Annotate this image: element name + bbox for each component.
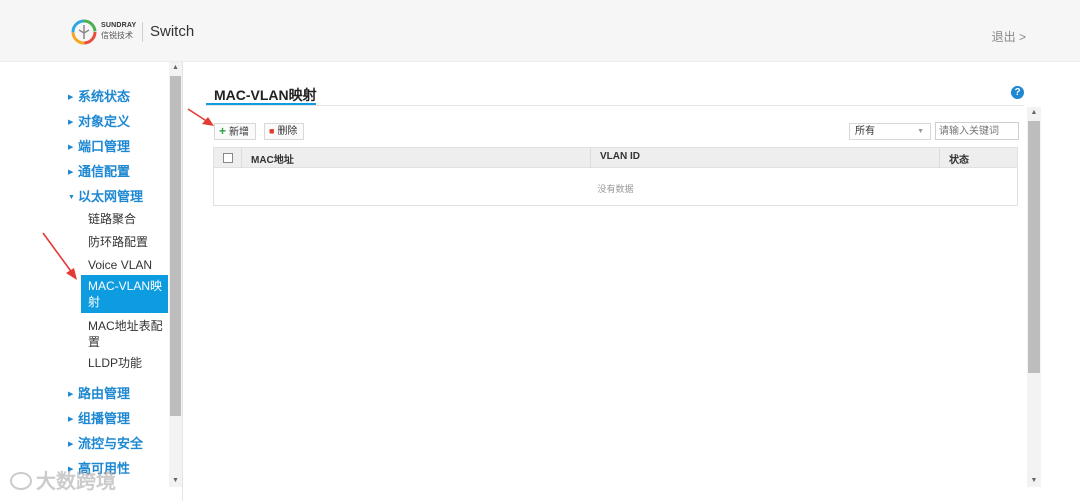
plus-icon: + <box>219 124 227 138</box>
sidebar-subitem-lldp[interactable]: LLDP功能 <box>88 355 168 371</box>
select-all-checkbox[interactable] <box>223 153 233 163</box>
triangle-right-icon: ▶ <box>68 391 74 398</box>
column-header-mac[interactable]: MAC地址 <box>251 151 294 166</box>
sidebar-item-port-management[interactable]: ▶ 端口管理 <box>68 136 130 155</box>
triangle-right-icon: ▶ <box>68 416 74 423</box>
sidebar-item-routing-management[interactable]: ▶ 路由管理 <box>68 383 130 402</box>
delete-button-label: 删除 <box>277 126 298 137</box>
sidebar-subitem-mac-vlan-mapping[interactable]: MAC-VLAN映射 <box>81 275 168 313</box>
watermark-text: 大数跨境 <box>36 471 116 493</box>
page-title: MAC-VLAN映射 <box>214 87 317 103</box>
search-input[interactable] <box>935 122 1019 140</box>
annotation-arrow-icon <box>187 108 214 126</box>
sidebar-item-label: 组播管理 <box>78 411 131 426</box>
add-button-label: 新增 <box>229 127 250 138</box>
scroll-up-icon[interactable]: ▲ <box>1027 107 1041 119</box>
table-header: MAC地址 VLAN ID 状态 <box>214 148 1017 168</box>
delete-button[interactable]: ■ 删除 <box>264 123 305 140</box>
sidebar-item-label: 流控与安全 <box>78 436 144 451</box>
brand-cn: 信锐技术 <box>101 31 133 40</box>
main-scrollbar[interactable]: ▲ ▼ <box>1027 107 1041 487</box>
help-icon[interactable]: ? <box>1011 86 1024 99</box>
chevron-down-icon: ▼ <box>917 128 924 135</box>
sidebar-item-label: 以太网管理 <box>78 189 144 204</box>
sidebar-subitem-mac-address-table[interactable]: MAC地址表配置 <box>88 318 168 350</box>
sidebar-subitem-loop-prevention[interactable]: 防环路配置 <box>88 234 168 250</box>
sidebar-item-label: 系统状态 <box>78 89 131 104</box>
sidebar-item-communication-config[interactable]: ▶ 通信配置 <box>68 161 130 180</box>
triangle-right-icon: ▶ <box>68 94 74 101</box>
sidebar-scrollbar[interactable]: ▲ ▼ <box>169 62 182 487</box>
logout-link[interactable]: 退出 > <box>992 28 1026 45</box>
sidebar-item-label: 端口管理 <box>78 139 131 154</box>
sidebar-item-label: 对象定义 <box>78 114 131 129</box>
add-button[interactable]: + 新增 <box>214 123 257 140</box>
sidebar-item-ethernet-management[interactable]: ▼ 以太网管理 <box>68 186 143 205</box>
sidebar: ▶ 系统状态 ▶ 对象定义 ▶ 端口管理 ▶ 通信配置 ▼ 以太网管理 链路聚合 防环路配… <box>0 62 183 501</box>
sidebar-item-flow-control-security[interactable]: ▶ 流控与安全 <box>68 433 143 452</box>
trash-icon: ■ <box>269 126 275 136</box>
mac-vlan-table: MAC地址 VLAN ID 状态 没有数据 <box>213 147 1018 206</box>
brand-text: SUNDRAY 信锐技术 <box>101 21 136 41</box>
scrollbar-thumb[interactable] <box>1028 121 1040 373</box>
scroll-up-icon[interactable]: ▲ <box>169 62 182 74</box>
sundray-logo-icon <box>71 19 97 45</box>
annotation-arrow-icon <box>42 232 77 280</box>
triangle-right-icon: ▶ <box>68 169 74 176</box>
column-header-vlan-id[interactable]: VLAN ID <box>600 151 640 162</box>
top-bar: SUNDRAY 信锐技术 Switch 退出 > <box>0 0 1080 62</box>
scrollbar-thumb[interactable] <box>170 76 181 416</box>
sidebar-subitem-voice-vlan[interactable]: Voice VLAN <box>88 257 168 273</box>
sidebar-item-label: 通信配置 <box>78 164 131 179</box>
sidebar-item-system-status[interactable]: ▶ 系统状态 <box>68 86 130 105</box>
sidebar-item-label: 路由管理 <box>78 386 131 401</box>
column-divider <box>241 148 242 168</box>
filter-select[interactable]: 所有 ▼ <box>849 123 931 140</box>
filter-select-value: 所有 <box>855 126 875 137</box>
sidebar-subitem-label: MAC-VLAN映射 <box>88 279 163 309</box>
column-divider <box>939 148 940 168</box>
table-empty-message: 没有数据 <box>597 184 634 194</box>
product-name: Switch <box>150 23 195 40</box>
triangle-right-icon: ▶ <box>68 144 74 151</box>
column-divider <box>590 148 591 168</box>
sidebar-item-object-definition[interactable]: ▶ 对象定义 <box>68 111 130 130</box>
watermark: 大数跨境 <box>10 465 116 494</box>
scroll-down-icon[interactable]: ▼ <box>169 475 182 487</box>
sidebar-item-multicast-management[interactable]: ▶ 组播管理 <box>68 408 130 427</box>
triangle-down-icon: ▼ <box>68 194 75 201</box>
triangle-right-icon: ▶ <box>68 119 74 126</box>
scroll-down-icon[interactable]: ▼ <box>1027 475 1041 487</box>
title-divider <box>206 105 1024 106</box>
logo-divider <box>142 22 143 42</box>
brand-en: SUNDRAY <box>101 22 137 29</box>
sidebar-subitem-link-aggregation[interactable]: 链路聚合 <box>88 211 168 227</box>
watermark-logo-icon <box>10 472 32 490</box>
triangle-right-icon: ▶ <box>68 441 74 448</box>
column-header-status[interactable]: 状态 <box>949 151 969 166</box>
